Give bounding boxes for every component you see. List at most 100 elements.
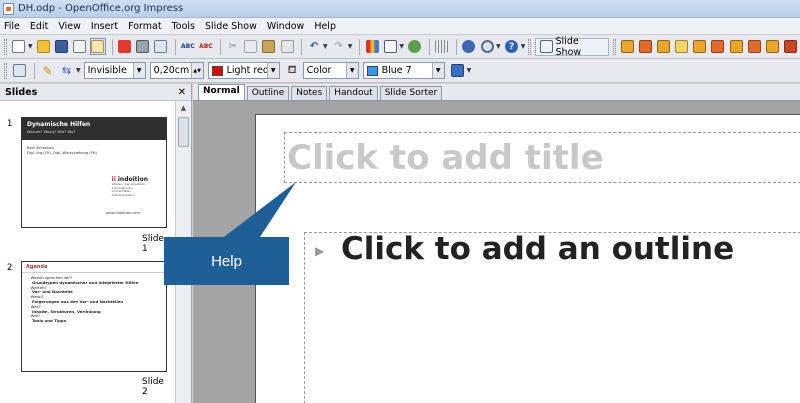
toolbar-separator xyxy=(456,38,457,55)
print-button[interactable] xyxy=(135,38,151,55)
mail-button[interactable] xyxy=(72,38,88,55)
chevron-down-icon[interactable]: ▼ xyxy=(345,63,358,78)
menu-file[interactable]: File xyxy=(3,20,21,33)
macro-button-8[interactable] xyxy=(746,38,762,55)
menu-slide-show[interactable]: Slide Show xyxy=(204,20,258,33)
zoom-button[interactable] xyxy=(479,38,495,55)
menu-view[interactable]: View xyxy=(57,20,82,33)
clone-format-button[interactable] xyxy=(279,38,295,55)
macro-icon xyxy=(783,40,797,53)
slide-show-button[interactable]: Slide Show xyxy=(535,36,609,58)
table-button[interactable] xyxy=(382,38,398,55)
chevron-down-icon[interactable]: ▼ xyxy=(467,67,472,74)
autospellcheck-button[interactable]: ABC xyxy=(198,38,214,55)
tab-normal[interactable]: Normal xyxy=(198,84,245,100)
paste-button[interactable] xyxy=(261,38,277,55)
folder-icon xyxy=(37,40,51,53)
styles-button[interactable] xyxy=(11,62,28,79)
thumb-heading: Agenda xyxy=(22,262,166,273)
slide-canvas[interactable]: Click to add title ▶ Click to add an out… xyxy=(255,114,800,403)
area-color-select[interactable]: Blue 7 ▼ xyxy=(362,62,445,79)
navigator-button[interactable] xyxy=(461,38,477,55)
macro-button-4[interactable] xyxy=(674,38,690,55)
thumb-header: Dynamische Hilfen Warum? Wozu? Wie? Wo? xyxy=(22,118,166,140)
tab-handout[interactable]: Handout xyxy=(329,86,378,100)
area-button[interactable]: ⛾ xyxy=(284,62,301,79)
chevron-down-icon[interactable]: ▼ xyxy=(266,63,279,78)
line-style-select[interactable]: Invisible ▼ xyxy=(83,62,146,79)
tab-outline[interactable]: Outline xyxy=(246,86,290,100)
save-button[interactable] xyxy=(54,38,70,55)
macro-button-7[interactable] xyxy=(728,38,744,55)
chevron-down-icon[interactable]: ▼ xyxy=(132,63,145,78)
display-grid-button[interactable] xyxy=(407,38,423,55)
slides-list: 1 Dynamische Hilfen Warum? Wozu? Wie? Wo… xyxy=(0,101,172,403)
macro-button-2[interactable] xyxy=(638,38,654,55)
line-width-input[interactable]: 0,20cm ▲▼ xyxy=(149,62,204,79)
menu-window[interactable]: Window xyxy=(266,20,305,33)
macro-button-5[interactable] xyxy=(692,38,708,55)
window-title: DH.odp - OpenOffice.org Impress xyxy=(18,3,184,14)
macro-icon xyxy=(657,40,671,53)
tab-notes[interactable]: Notes xyxy=(291,86,328,100)
toolbar-grip[interactable] xyxy=(612,38,616,55)
help-button[interactable]: ? xyxy=(504,38,520,55)
page-preview-button[interactable] xyxy=(153,38,169,55)
thumb-subheading: Warum? Wozu? Wie? Wo? xyxy=(27,129,76,134)
undo-button[interactable]: ↶ xyxy=(306,38,322,55)
chevron-down-icon[interactable]: ▼ xyxy=(431,63,444,78)
redo-button[interactable]: ↷ xyxy=(331,38,347,55)
arrow-style-button[interactable]: ⇆ xyxy=(58,62,75,79)
open-button[interactable] xyxy=(36,38,52,55)
slide-thumbnail-2[interactable]: Agenda - Wovon sprechen wir? Grundtypen … xyxy=(21,261,167,372)
title-placeholder[interactable]: Click to add title xyxy=(284,132,800,183)
menu-bar: File Edit View Insert Format Tools Slide… xyxy=(0,18,800,35)
line-button[interactable]: ✎ xyxy=(39,62,56,79)
new-document-button[interactable] xyxy=(11,38,27,55)
autospellcheck-icon: ABC xyxy=(199,43,213,50)
slide-thumbnail-1[interactable]: Dynamische Hilfen Warum? Wozu? Wie? Wo? … xyxy=(21,117,167,228)
chevron-down-icon[interactable]: ▼ xyxy=(76,67,81,74)
macro-button-3[interactable] xyxy=(656,38,672,55)
export-pdf-button[interactable] xyxy=(117,38,133,55)
chevron-down-icon[interactable]: ▼ xyxy=(323,43,328,50)
stepper-icon[interactable]: ▲▼ xyxy=(190,63,203,78)
outline-placeholder[interactable]: ▶ Click to add an outline xyxy=(304,231,800,403)
line-color-select[interactable]: Light red ▼ xyxy=(207,62,280,79)
macro-button-6[interactable] xyxy=(710,38,726,55)
chevron-down-icon[interactable]: ▼ xyxy=(496,43,501,50)
macro-button-10[interactable] xyxy=(782,38,798,55)
chart-button[interactable] xyxy=(364,38,380,55)
toolbar-grip[interactable] xyxy=(4,38,7,55)
grid-button[interactable] xyxy=(434,38,450,55)
menu-help[interactable]: Help xyxy=(313,20,337,33)
chevron-down-icon[interactable]: ▼ xyxy=(521,43,526,50)
cut-button[interactable]: ✂ xyxy=(225,38,241,55)
menu-edit[interactable]: Edit xyxy=(29,20,49,33)
menu-insert[interactable]: Insert xyxy=(90,20,119,33)
pencil-icon xyxy=(91,40,105,53)
line-style-value: Invisible xyxy=(87,65,127,76)
copy-button[interactable] xyxy=(243,38,259,55)
chevron-down-icon[interactable]: ▼ xyxy=(348,43,353,50)
menu-format[interactable]: Format xyxy=(127,20,162,33)
slide-show-icon xyxy=(540,40,553,53)
tab-slide-sorter[interactable]: Slide Sorter xyxy=(379,86,443,100)
edit-file-button[interactable] xyxy=(89,38,106,55)
shadow-icon xyxy=(450,64,464,77)
scroll-up-icon[interactable]: ▲ xyxy=(176,101,191,115)
menu-tools[interactable]: Tools xyxy=(171,20,196,33)
zoom-icon xyxy=(480,40,494,53)
macro-button-9[interactable] xyxy=(764,38,780,55)
scrollbar-thumb[interactable] xyxy=(178,117,189,147)
area-style-select[interactable]: Color ▼ xyxy=(302,62,359,79)
shadow-button[interactable] xyxy=(449,62,466,79)
close-icon[interactable]: ✕ xyxy=(178,87,186,98)
spellcheck-button[interactable]: ABC xyxy=(180,38,196,55)
macro-button-1[interactable] xyxy=(620,38,636,55)
line-filling-toolbar: ✎ ⇆ ▼ Invisible ▼ 0,20cm ▲▼ Light red ▼ … xyxy=(0,59,800,83)
chevron-down-icon[interactable]: ▼ xyxy=(28,43,33,50)
toolbar-grip[interactable] xyxy=(4,62,7,79)
toolbar-grip[interactable] xyxy=(528,38,532,55)
chevron-down-icon[interactable]: ▼ xyxy=(399,43,404,50)
